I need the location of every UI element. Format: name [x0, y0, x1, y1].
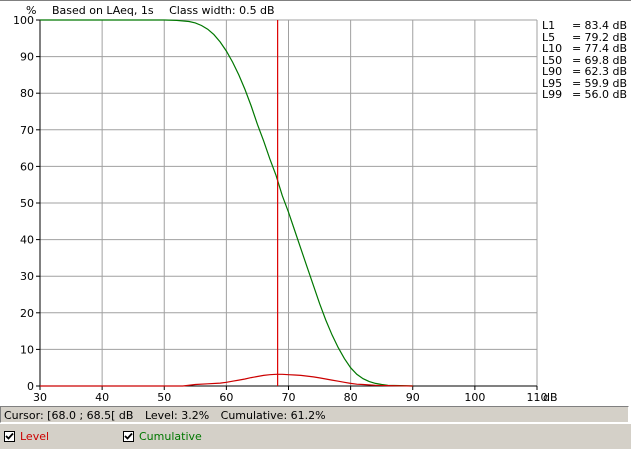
stat-equals: =: [572, 19, 582, 32]
distribution-chart[interactable]: 30 40 50 60 70 80 90 100 110dB010203040506070809…: [0, 1, 631, 406]
y-tick-label: 30: [20, 270, 34, 283]
basis-label: Based on LAeq, 1s: [51, 4, 154, 17]
statistics-window: 30 40 50 60 70 80 90 100 110 dB 0 10 20 30 40 50 60 70 80 9…: [0, 0, 631, 449]
legend-bar: Level Cumulative: [0, 424, 631, 449]
y-tick-label: 80: [20, 87, 34, 100]
stat-name: L99: [542, 88, 563, 101]
checkmark-icon: [5, 432, 14, 440]
cumulative-checkbox[interactable]: [123, 430, 134, 442]
stat-name: L1: [542, 19, 556, 32]
y-tick-label: 60: [20, 160, 34, 173]
legend-item-level[interactable]: Level: [4, 429, 49, 443]
stat-value: 56.0 dB: [584, 88, 627, 101]
x-axis-unit: dB: [543, 391, 558, 404]
level-readout: Level: 3.2%: [144, 409, 210, 422]
cumulative-legend-label[interactable]: Cumulative: [139, 430, 202, 443]
stat-value: 83.4 dB: [584, 19, 627, 32]
y-tick-label: 90: [20, 51, 34, 64]
y-tick-label: 50: [20, 197, 34, 210]
y-tick-label: 70: [20, 124, 34, 137]
y-tick-label: 20: [20, 307, 34, 320]
checkmark-icon: [124, 432, 133, 440]
stat-row: L90 = 62.3 dB: [542, 66, 627, 78]
y-unit-label: %: [26, 4, 37, 17]
x-tick-label: 80: [344, 391, 358, 404]
stat-row: L10 = 77.4 dB: [542, 43, 627, 55]
legend-item-cumulative[interactable]: Cumulative: [123, 429, 202, 443]
percentile-stats-panel: L1 = 83.4 dB L5 = 79.2 dB L10 = 77.4 dB …: [542, 20, 627, 101]
stat-name: L10: [542, 42, 563, 55]
cumulative-readout: Cumulative: 61.2%: [220, 409, 326, 422]
x-tick-label: 40: [95, 391, 109, 404]
x-tick-label: 60: [219, 391, 233, 404]
stat-equals: =: [572, 88, 582, 101]
cursor-readout: Cursor: [68.0 ; 68.5[ dB: [4, 409, 134, 422]
x-tick-label: 30: [33, 391, 47, 404]
stat-row: L99 = 56.0 dB: [542, 89, 627, 101]
stat-equals: =: [572, 42, 582, 55]
level-checkbox[interactable]: [4, 430, 15, 442]
class-width-label: Class width: 0.5 dB: [169, 4, 275, 17]
stat-equals: =: [572, 65, 582, 78]
cursor-status-bar: Cursor: [68.0 ; 68.5[ dB Level: 3.2% Cum…: [0, 406, 629, 423]
stat-row: L1 = 83.4 dB: [542, 20, 627, 32]
x-tick-label: 100: [464, 391, 485, 404]
x-tick-label: 70: [282, 391, 296, 404]
plot-area[interactable]: 30 40 50 60 70 80 90 100 110 dB 0 10 20 30 40 50 60 70 80 9…: [0, 0, 631, 406]
stat-value: 77.4 dB: [584, 42, 627, 55]
y-tick-label: 0: [27, 380, 34, 393]
stat-name: L90: [542, 65, 563, 78]
chart-header: % Based on LAeq, 1s Class width: 0.5 dB: [26, 4, 287, 18]
stat-value: 62.3 dB: [584, 65, 627, 78]
x-tick-label: 90: [406, 391, 420, 404]
level-legend-label[interactable]: Level: [20, 430, 49, 443]
x-tick-label: 50: [157, 391, 171, 404]
y-tick-label: 40: [20, 234, 34, 247]
y-tick-label: 10: [20, 343, 34, 356]
